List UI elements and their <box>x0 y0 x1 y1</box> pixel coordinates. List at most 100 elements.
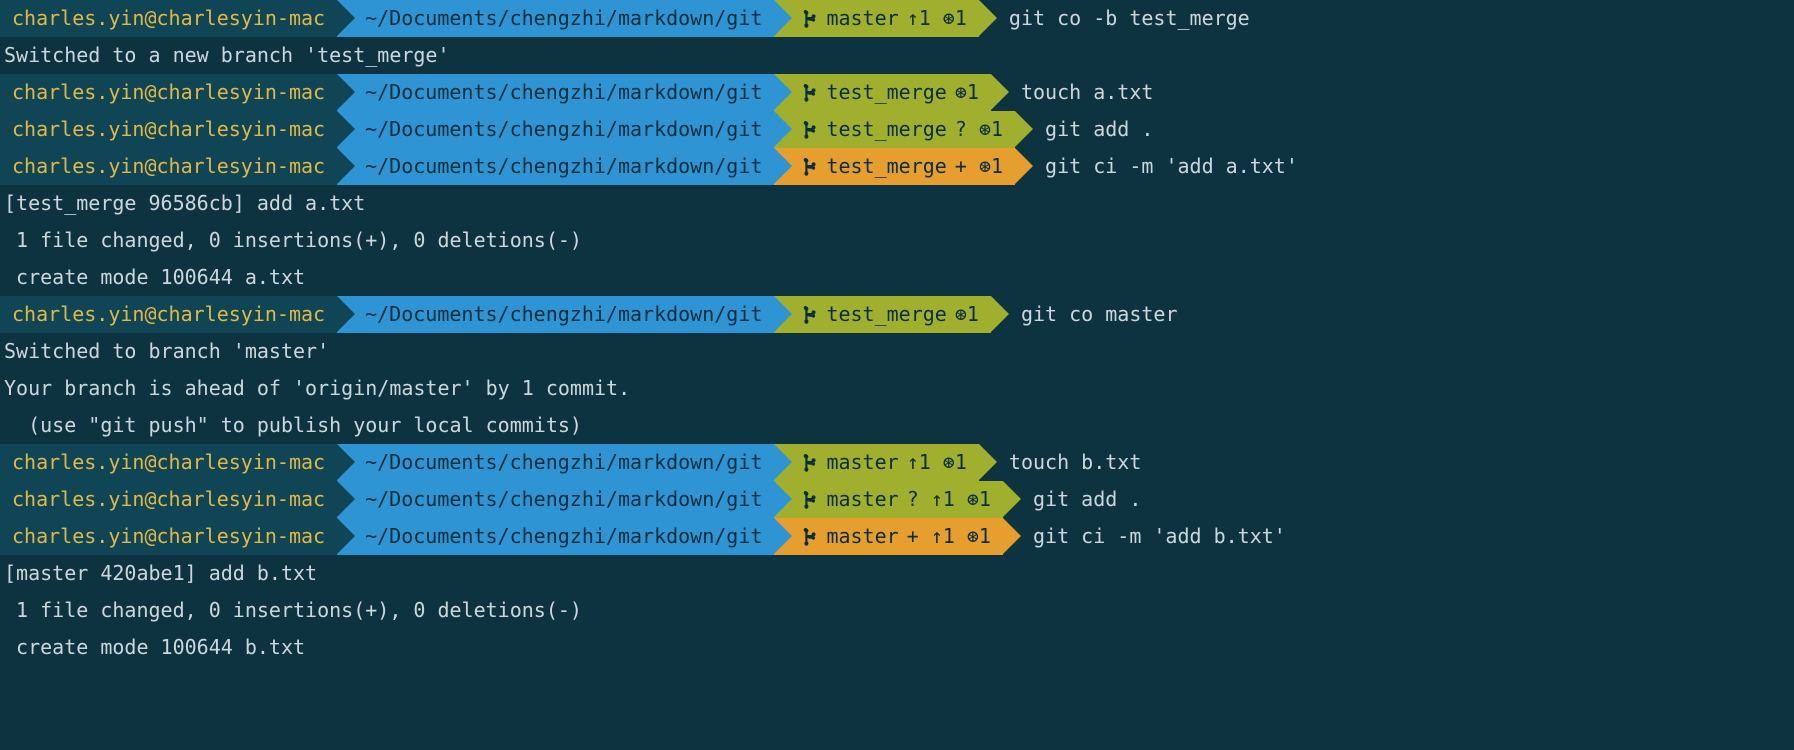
git-branch-icon <box>802 528 818 546</box>
prompt-line: charles.yin@charlesyin-mac ~/Documents/ch… <box>0 481 1794 518</box>
output-line: create mode 100644 b.txt <box>0 629 1794 666</box>
git-branch-icon <box>802 491 818 509</box>
user-host-segment: charles.yin@charlesyin-mac <box>0 0 337 37</box>
branch-status: ⊛1 <box>955 74 979 111</box>
cwd: ~/Documents/chengzhi/markdown/git <box>365 296 762 333</box>
cwd: ~/Documents/chengzhi/markdown/git <box>365 0 762 37</box>
output-text: 1 file changed, 0 insertions(+), 0 delet… <box>0 592 582 629</box>
branch-status: + ↑1 ⊛1 <box>907 518 991 555</box>
git-branch-segment: test_merge ⊛1 <box>774 296 991 333</box>
output-text: 1 file changed, 0 insertions(+), 0 delet… <box>0 222 582 259</box>
git-branch-segment: test_merge + ⊛1 <box>774 148 1015 185</box>
user-host-segment: charles.yin@charlesyin-mac <box>0 111 337 148</box>
output-text: create mode 100644 b.txt <box>0 629 305 666</box>
user-host: charles.yin@charlesyin-mac <box>12 0 325 37</box>
branch-status: + ⊛1 <box>955 148 1003 185</box>
cwd: ~/Documents/chengzhi/markdown/git <box>365 148 762 185</box>
branch-name: test_merge <box>826 148 946 185</box>
cwd: ~/Documents/chengzhi/markdown/git <box>365 481 762 518</box>
output-line: (use "git push" to publish your local co… <box>0 407 1794 444</box>
user-host-segment: charles.yin@charlesyin-mac <box>0 74 337 111</box>
output-text: [test_merge 96586cb] add a.txt <box>0 185 365 222</box>
cwd: ~/Documents/chengzhi/markdown/git <box>365 111 762 148</box>
git-branch-segment: master ↑1 ⊛1 <box>774 444 978 481</box>
git-branch-segment: master + ↑1 ⊛1 <box>774 518 1003 555</box>
command-input[interactable]: git add . <box>1015 111 1153 148</box>
user-host: charles.yin@charlesyin-mac <box>12 111 325 148</box>
cwd-segment: ~/Documents/chengzhi/markdown/git <box>337 481 774 518</box>
user-host: charles.yin@charlesyin-mac <box>12 518 325 555</box>
git-branch-icon <box>802 84 818 102</box>
user-host: charles.yin@charlesyin-mac <box>12 74 325 111</box>
git-branch-segment: master ↑1 ⊛1 <box>774 0 978 37</box>
git-branch-icon <box>802 306 818 324</box>
user-host: charles.yin@charlesyin-mac <box>12 296 325 333</box>
cwd: ~/Documents/chengzhi/markdown/git <box>365 518 762 555</box>
terminal[interactable]: charles.yin@charlesyin-mac ~/Documents/ch… <box>0 0 1794 666</box>
output-text: [master 420abe1] add b.txt <box>0 555 317 592</box>
user-host: charles.yin@charlesyin-mac <box>12 444 325 481</box>
prompt-line: charles.yin@charlesyin-mac ~/Documents/ch… <box>0 74 1794 111</box>
command-input[interactable]: git add . <box>1003 481 1141 518</box>
git-branch-icon <box>802 454 818 472</box>
command-input[interactable]: git ci -m 'add a.txt' <box>1015 148 1298 185</box>
output-text: create mode 100644 a.txt <box>0 259 305 296</box>
branch-name: master <box>826 481 898 518</box>
output-line: Switched to a new branch 'test_merge' <box>0 37 1794 74</box>
output-line: [master 420abe1] add b.txt <box>0 555 1794 592</box>
branch-name: master <box>826 0 898 37</box>
command-input[interactable]: git ci -m 'add b.txt' <box>1003 518 1286 555</box>
user-host-segment: charles.yin@charlesyin-mac <box>0 148 337 185</box>
git-branch-icon <box>802 158 818 176</box>
prompt-line: charles.yin@charlesyin-mac ~/Documents/ch… <box>0 0 1794 37</box>
git-branch-segment: master ? ↑1 ⊛1 <box>774 481 1003 518</box>
command-input[interactable]: touch a.txt <box>991 74 1153 111</box>
user-host-segment: charles.yin@charlesyin-mac <box>0 444 337 481</box>
branch-name: test_merge <box>826 74 946 111</box>
branch-name: master <box>826 518 898 555</box>
cwd-segment: ~/Documents/chengzhi/markdown/git <box>337 74 774 111</box>
prompt-line: charles.yin@charlesyin-mac ~/Documents/ch… <box>0 296 1794 333</box>
output-line: 1 file changed, 0 insertions(+), 0 delet… <box>0 222 1794 259</box>
branch-name: test_merge <box>826 111 946 148</box>
output-text: Your branch is ahead of 'origin/master' … <box>0 370 630 407</box>
cwd-segment: ~/Documents/chengzhi/markdown/git <box>337 518 774 555</box>
cwd: ~/Documents/chengzhi/markdown/git <box>365 74 762 111</box>
cwd-segment: ~/Documents/chengzhi/markdown/git <box>337 296 774 333</box>
git-branch-segment: test_merge ? ⊛1 <box>774 111 1015 148</box>
user-host-segment: charles.yin@charlesyin-mac <box>0 296 337 333</box>
prompt-line: charles.yin@charlesyin-mac ~/Documents/ch… <box>0 111 1794 148</box>
cwd-segment: ~/Documents/chengzhi/markdown/git <box>337 0 774 37</box>
output-line: [test_merge 96586cb] add a.txt <box>0 185 1794 222</box>
branch-name: test_merge <box>826 296 946 333</box>
git-branch-icon <box>802 121 818 139</box>
cwd: ~/Documents/chengzhi/markdown/git <box>365 444 762 481</box>
branch-status: ↑1 ⊛1 <box>907 0 967 37</box>
branch-status: ⊛1 <box>955 296 979 333</box>
prompt-line: charles.yin@charlesyin-mac ~/Documents/ch… <box>0 148 1794 185</box>
git-branch-icon <box>802 10 818 28</box>
output-line: Switched to branch 'master' <box>0 333 1794 370</box>
branch-status: ? ⊛1 <box>955 111 1003 148</box>
user-host-segment: charles.yin@charlesyin-mac <box>0 518 337 555</box>
output-text: Switched to branch 'master' <box>0 333 329 370</box>
cwd-segment: ~/Documents/chengzhi/markdown/git <box>337 148 774 185</box>
output-line: Your branch is ahead of 'origin/master' … <box>0 370 1794 407</box>
prompt-line: charles.yin@charlesyin-mac ~/Documents/ch… <box>0 518 1794 555</box>
output-text: Switched to a new branch 'test_merge' <box>0 37 450 74</box>
user-host: charles.yin@charlesyin-mac <box>12 148 325 185</box>
command-input[interactable]: git co -b test_merge <box>979 0 1250 37</box>
branch-name: master <box>826 444 898 481</box>
user-host-segment: charles.yin@charlesyin-mac <box>0 481 337 518</box>
branch-status: ? ↑1 ⊛1 <box>907 481 991 518</box>
output-line: create mode 100644 a.txt <box>0 259 1794 296</box>
branch-status: ↑1 ⊛1 <box>907 444 967 481</box>
cwd-segment: ~/Documents/chengzhi/markdown/git <box>337 444 774 481</box>
git-branch-segment: test_merge ⊛1 <box>774 74 991 111</box>
command-input[interactable]: touch b.txt <box>979 444 1141 481</box>
user-host: charles.yin@charlesyin-mac <box>12 481 325 518</box>
prompt-line: charles.yin@charlesyin-mac ~/Documents/ch… <box>0 444 1794 481</box>
output-line: 1 file changed, 0 insertions(+), 0 delet… <box>0 592 1794 629</box>
command-input[interactable]: git co master <box>991 296 1178 333</box>
output-text: (use "git push" to publish your local co… <box>0 407 582 444</box>
